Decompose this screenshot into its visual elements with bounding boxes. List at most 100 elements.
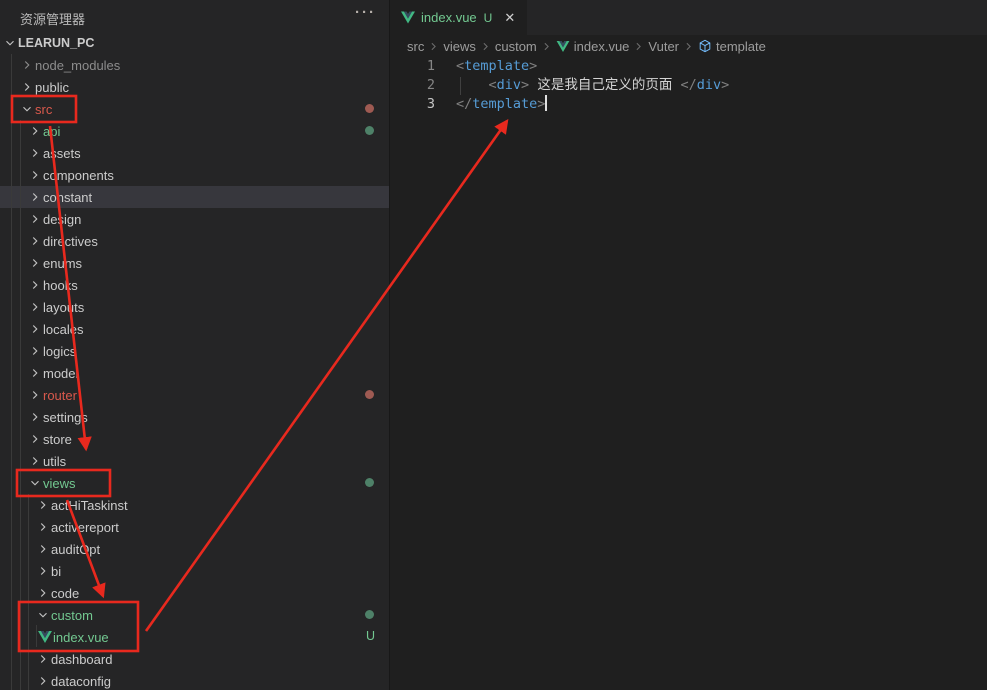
symbol-cube-icon <box>698 39 712 53</box>
breadcrumb-item-views[interactable]: views <box>443 39 476 54</box>
breadcrumb-label: template <box>716 39 766 54</box>
tree-item-actHiTaskinst[interactable]: actHiTaskinst <box>0 494 389 516</box>
breadcrumb-separator-icon <box>632 40 645 53</box>
git-status-dot <box>365 610 374 619</box>
tree-item-views[interactable]: views <box>0 472 389 494</box>
tree-item-logics[interactable]: logics <box>0 340 389 362</box>
chevron-right-icon <box>28 234 42 248</box>
breadcrumb-item-index.vue[interactable]: index.vue <box>556 39 630 54</box>
tree-item-label: actHiTaskinst <box>51 498 128 513</box>
chevron-right-icon <box>36 520 50 534</box>
breadcrumb-item-Vuter[interactable]: Vuter <box>648 39 679 54</box>
code-line-text: <template> <box>435 57 537 76</box>
tree-item-directives[interactable]: directives <box>0 230 389 252</box>
breadcrumb-item-template[interactable]: template <box>698 39 766 54</box>
tree-item-hooks[interactable]: hooks <box>0 274 389 296</box>
tree-item-settings[interactable]: settings <box>0 406 389 428</box>
editor-area: index.vue U ✕ src views custom index.vue Vut… <box>391 0 987 690</box>
chevron-right-icon <box>28 256 42 270</box>
workspace-root-row[interactable]: LEARUN_PC <box>0 32 389 54</box>
tree-item-code[interactable]: code <box>0 582 389 604</box>
tree-item-label: bi <box>51 564 61 579</box>
code-line-1[interactable]: 1<template> <box>391 57 987 76</box>
tree-item-design[interactable]: design <box>0 208 389 230</box>
line-number: 1 <box>391 57 435 76</box>
tree-item-label: public <box>35 80 69 95</box>
chevron-right-icon <box>28 410 42 424</box>
tree-item-layouts[interactable]: layouts <box>0 296 389 318</box>
explorer-sidebar: 资源管理器 ··· LEARUN_PC node_modulespublic sr… <box>0 0 390 690</box>
git-status-dot <box>365 104 374 113</box>
code-line-text: </template> <box>435 95 547 114</box>
chevron-right-icon <box>36 674 50 688</box>
breadcrumb-label: custom <box>495 39 537 54</box>
breadcrumb-label: src <box>407 39 424 54</box>
tree-item-label: activereport <box>51 520 119 535</box>
tree-item-store[interactable]: store <box>0 428 389 450</box>
tree-item-node_modules[interactable]: node_modules <box>0 54 389 76</box>
tree-item-locales[interactable]: locales <box>0 318 389 340</box>
chevron-down-icon <box>20 102 34 116</box>
tree-item-enums[interactable]: enums <box>0 252 389 274</box>
tree-item-constant[interactable]: constant <box>0 186 389 208</box>
tree-item-activereport[interactable]: activereport <box>0 516 389 538</box>
tree-item-label: directives <box>43 234 98 249</box>
close-icon[interactable]: ✕ <box>501 9 518 27</box>
tree-item-bi[interactable]: bi <box>0 560 389 582</box>
tree-item-router[interactable]: router <box>0 384 389 406</box>
tree-item-label: code <box>51 586 79 601</box>
chevron-right-icon <box>28 432 42 446</box>
line-number: 2 <box>391 76 435 95</box>
tree-item-dashboard[interactable]: dashboard <box>0 648 389 670</box>
chevron-right-icon <box>36 564 50 578</box>
tree-item-label: router <box>43 388 77 403</box>
chevron-right-icon <box>28 344 42 358</box>
explorer-header: 资源管理器 ··· <box>0 0 389 32</box>
code-line-3[interactable]: 3</template> <box>391 95 987 114</box>
tree-item-assets[interactable]: assets <box>0 142 389 164</box>
tree-item-src[interactable]: src <box>0 98 389 120</box>
chevron-right-icon <box>28 190 42 204</box>
vscode-window: 资源管理器 ··· LEARUN_PC node_modulespublic sr… <box>0 0 987 690</box>
code-line-text: <div> 这是我自己定义的页面 </div> <box>435 76 729 95</box>
chevron-right-icon <box>28 388 42 402</box>
git-untracked-badge: U <box>366 629 375 643</box>
tree-item-label: components <box>43 168 114 183</box>
tree-item-label: src <box>35 102 52 117</box>
breadcrumb-item-custom[interactable]: custom <box>495 39 537 54</box>
breadcrumb-separator-icon <box>427 40 440 53</box>
more-actions-button[interactable]: ··· <box>351 3 380 23</box>
explorer-title: 资源管理器 <box>20 9 85 28</box>
tree-item-dataconfig[interactable]: dataconfig <box>0 670 389 690</box>
chevron-right-icon <box>36 542 50 556</box>
tree-item-label: assets <box>43 146 81 161</box>
tree-item-label: api <box>43 124 60 139</box>
tree-item-auditOpt[interactable]: auditOpt <box>0 538 389 560</box>
tree-item-api[interactable]: api <box>0 120 389 142</box>
tree-item-label: hooks <box>43 278 78 293</box>
tree-item-label: model <box>43 366 78 381</box>
tree-item-public[interactable]: public <box>0 76 389 98</box>
code-editor[interactable]: 1<template>2 <div> 这是我自己定义的页面 </div>3</t… <box>391 57 987 114</box>
chevron-right-icon <box>36 498 50 512</box>
tree-item-components[interactable]: components <box>0 164 389 186</box>
breadcrumb-separator-icon <box>682 40 695 53</box>
git-status-dot <box>365 478 374 487</box>
tree-item-custom[interactable]: custom <box>0 604 389 626</box>
tab-title: index.vue <box>421 10 477 25</box>
chevron-right-icon <box>28 124 42 138</box>
tree-item-utils[interactable]: utils <box>0 450 389 472</box>
breadcrumb-item-src[interactable]: src <box>407 39 424 54</box>
tab-indexvue[interactable]: index.vue U ✕ <box>391 0 527 35</box>
code-line-2[interactable]: 2 <div> 这是我自己定义的页面 </div> <box>391 76 987 95</box>
file-tree: node_modulespublic src api assets components… <box>0 54 389 690</box>
tree-item-label: dashboard <box>51 652 112 667</box>
tree-item-label: settings <box>43 410 88 425</box>
breadcrumb-label: Vuter <box>648 39 679 54</box>
tree-item-index.vue[interactable]: index.vueU <box>0 626 389 648</box>
breadcrumb-label: views <box>443 39 476 54</box>
tree-item-model[interactable]: model <box>0 362 389 384</box>
workspace-name: LEARUN_PC <box>18 36 94 50</box>
git-status-dot <box>365 126 374 135</box>
tree-item-label: locales <box>43 322 83 337</box>
